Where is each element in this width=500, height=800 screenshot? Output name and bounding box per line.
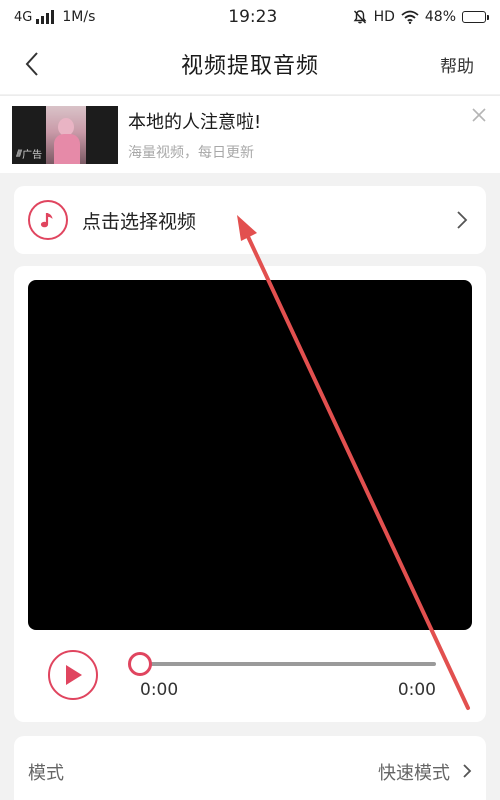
select-video-button[interactable]: 点击选择视频	[14, 186, 486, 254]
signal-icon	[36, 10, 55, 24]
mode-label: 模式	[28, 763, 64, 784]
chevron-right-icon	[463, 764, 472, 778]
back-button[interactable]	[14, 48, 50, 80]
ad-tag: //// 广告	[16, 146, 43, 162]
video-preview[interactable]	[28, 280, 472, 630]
ad-title[interactable]: 本地的人注意啦!	[128, 108, 261, 134]
app-header: 视频提取音频 帮助	[0, 34, 500, 94]
play-button[interactable]	[48, 650, 98, 700]
mode-row[interactable]: 模式 快速模式	[14, 736, 486, 800]
help-button[interactable]: 帮助	[440, 52, 474, 77]
chevron-left-icon	[25, 52, 38, 76]
play-icon	[66, 665, 82, 685]
mute-bell-icon	[353, 10, 366, 24]
select-video-label: 点击选择视频	[82, 211, 197, 233]
network-speed: 1M/s	[62, 9, 96, 25]
current-time: 0:00	[140, 680, 179, 700]
app-screen: 4G 1M/s 19:23 HD 48% 视频提取音频 帮助 //// 广告 本…	[0, 0, 500, 800]
ad-logo-icon: ////	[16, 148, 22, 159]
hd-badge: HD	[373, 9, 395, 25]
page-title: 视频提取音频	[180, 54, 319, 79]
ad-thumbnail[interactable]: //// 广告	[12, 106, 118, 164]
close-icon[interactable]	[470, 106, 488, 124]
status-time: 19:23	[228, 7, 278, 27]
status-bar: 4G 1M/s 19:23 HD 48%	[0, 0, 500, 34]
battery-icon	[462, 11, 489, 23]
total-time: 0:00	[397, 680, 436, 700]
ad-tag-label: 广告	[22, 150, 43, 161]
ad-subtitle: 海量视频，每日更新	[128, 145, 254, 161]
chevron-right-icon	[457, 211, 468, 229]
mode-value: 快速模式	[378, 763, 450, 784]
seek-thumb[interactable]	[128, 652, 152, 676]
status-bar-right: HD 48%	[352, 9, 489, 25]
music-note-icon	[28, 200, 68, 240]
ad-thumbnail-image	[46, 106, 86, 164]
network-type: 4G	[14, 9, 33, 25]
battery-percent: 48%	[424, 9, 456, 25]
ad-banner[interactable]: //// 广告 本地的人注意啦! 海量视频，每日更新	[0, 95, 500, 173]
player-card: 0:00 0:00	[14, 266, 486, 722]
wifi-icon	[401, 10, 419, 24]
seek-bar[interactable]	[128, 652, 436, 676]
